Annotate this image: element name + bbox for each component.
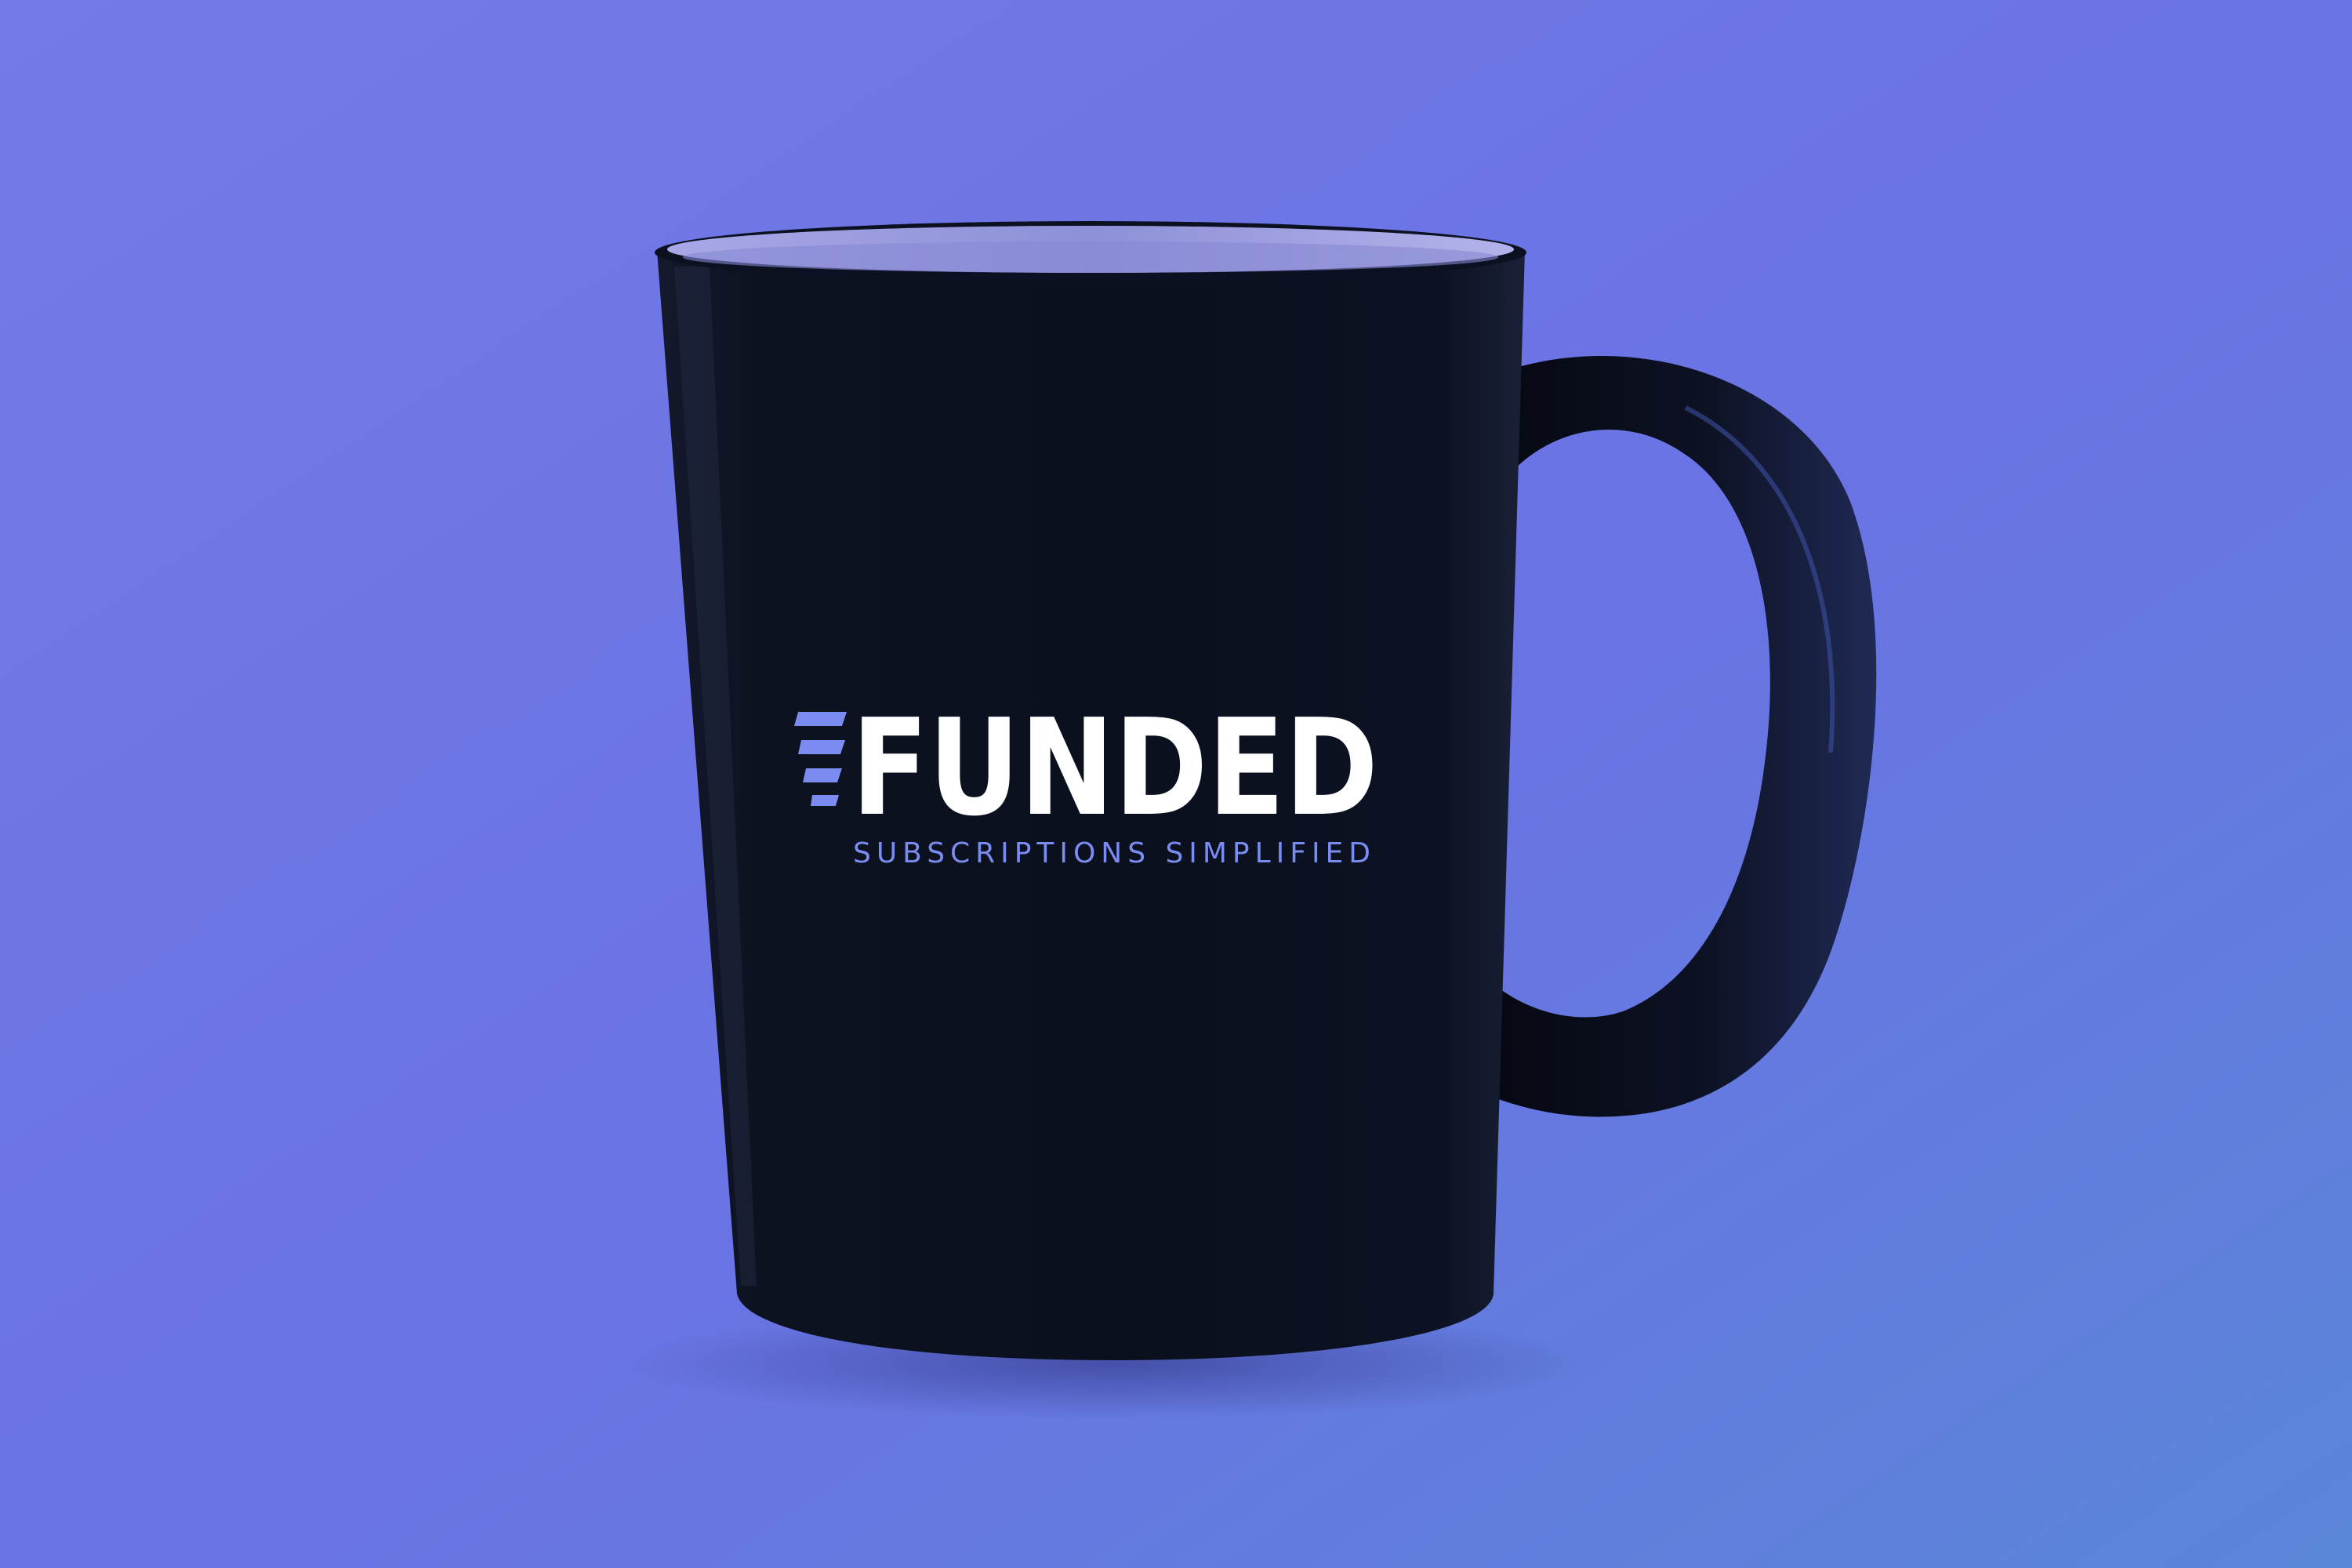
mug-rim	[655, 221, 1526, 284]
logo-tagline: SUBSCRIPTIONS SIMPLIFIED	[853, 837, 1370, 869]
scene-canvas: FUNDED SUBSCRIPTIONS SIMPLIFIED	[0, 0, 2352, 1568]
logo-word: FUNDED	[851, 691, 1378, 846]
product-scene: FUNDED SUBSCRIPTIONS SIMPLIFIED	[0, 0, 2352, 1568]
